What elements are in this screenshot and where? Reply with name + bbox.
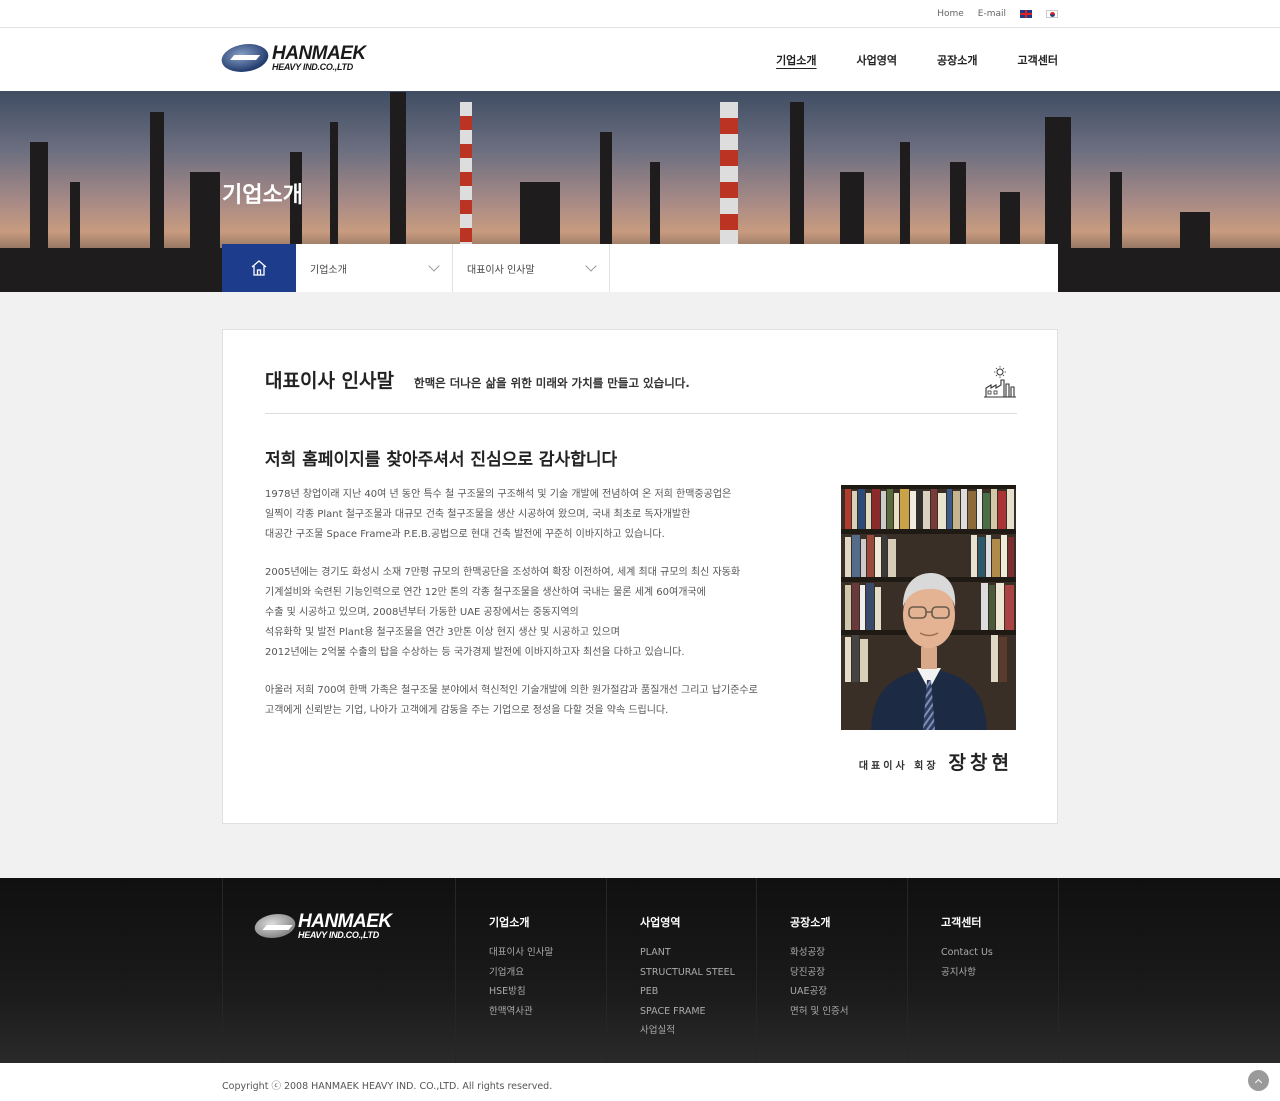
home-icon [251,260,267,276]
header: HANMAEK HEAVY IND.CO.,LTD 기업소개 사업영역 공장소개… [0,28,1280,91]
signature-name: 장창현 [948,752,1013,774]
ceo-photo [841,485,1016,730]
footer-link[interactable]: Contact Us [941,943,993,963]
chevron-down-icon [585,260,597,272]
logo-mark-icon [251,914,299,938]
hero-title: 기업소개 [222,183,303,208]
scroll-top-button[interactable] [1248,1070,1269,1091]
footer-link[interactable]: 공지사항 [941,963,993,983]
utility-bar: Home E-mail [0,0,1280,28]
footer-link[interactable]: STRUCTURAL STEEL [640,963,735,983]
email-link[interactable]: E-mail [978,9,1006,19]
footer-link[interactable]: 대표이사 인사말 [489,943,553,963]
footer-link[interactable]: 한맥역사관 [489,1002,553,1022]
logo[interactable]: HANMAEK HEAVY IND.CO.,LTD [218,43,366,72]
factory-icon [984,366,1016,398]
section-header: 대표이사 인사말 한맥은 더나은 삶을 위한 미래와 가치를 만들고 있습니다. [265,366,1017,414]
footer-link[interactable]: UAE공장 [790,982,848,1002]
text-line: 1978년 창업이래 지난 40여 년 동안 특수 철 구조물의 구조해석 및 … [265,489,732,500]
nav-company[interactable]: 기업소개 [776,52,816,68]
greeting-body: 1978년 창업이래 지난 40여 년 동안 특수 철 구조물의 구조해석 및 … [265,485,805,738]
footer-column-title: 공장소개 [790,916,831,929]
text-line: 고객에게 신뢰받는 기업, 나아가 고객에게 감동을 주는 기업으로 정성을 다… [265,704,669,716]
text-line: 기계설비와 숙련된 기능인력으로 연간 12만 톤의 각종 철구조물을 생산하여… [265,586,706,598]
footer-column-title: 고객센터 [941,916,982,929]
footer-link[interactable]: 기업개요 [489,963,553,983]
main-nav: 기업소개 사업영역 공장소개 고객센터 [776,28,1058,91]
footer-logo[interactable]: HANMAEK HEAVY IND.CO.,LTD [251,911,392,940]
footer-link[interactable]: 사업실적 [640,1021,735,1041]
signature: 대표이사 회장 장창현 [859,748,1013,775]
footer-logo-text-main: HANMAEK [298,911,392,932]
nav-support[interactable]: 고객센터 [1018,52,1058,68]
footer-column-company: 기업소개 대표이사 인사말 기업개요 HSE방침 한맥역사관 [489,914,553,1021]
text-line: 일찍이 각종 Plant 철구조물과 대규모 건축 철구조물을 생산 시공하여 … [265,509,691,521]
breadcrumb-dropdown-level1[interactable]: 기업소개 [296,244,453,292]
breadcrumb-level1-label: 기업소개 [310,264,347,276]
paragraph-1: 1978년 창업이래 지난 40여 년 동안 특수 철 구조물의 구조해석 및 … [265,485,805,546]
paragraph-2: 2005년에는 경기도 화성시 소재 7만평 규모의 한맥공단을 조성하여 확장… [265,563,805,664]
footer-logo-text-sub: HEAVY IND.CO.,LTD [298,930,379,940]
english-flag-icon[interactable] [1020,10,1032,18]
logo-mark-icon [218,44,272,72]
breadcrumb-dropdown-level2[interactable]: 대표이사 인사말 [453,244,610,292]
text-line: 수출 및 시공하고 있으며, 2008년부터 가동한 UAE 공장에서는 중동지… [265,607,579,619]
copyright-text: Copyright ⓒ 2008 HANMAEK HEAVY IND. CO.,… [222,1081,553,1092]
footer-column-support: 고객센터 Contact Us 공지사항 [941,914,993,982]
footer-column-title: 사업영역 [640,916,681,929]
text-line: 2005년에는 경기도 화성시 소재 7만평 규모의 한맥공단을 조성하여 확장… [265,566,741,578]
text-line: 2012년에는 2억불 수출의 탑을 수상하는 등 국가경제 발전에 이바지하고… [265,647,685,659]
paragraph-3: 아울러 저희 700여 한맥 가족은 철구조물 분야에서 혁신적인 기술개발에 … [265,681,805,721]
text-line: 아울러 저희 700여 한맥 가족은 철구조물 분야에서 혁신적인 기술개발에 … [265,684,758,696]
footer-link[interactable]: 면허 및 인증서 [790,1002,848,1022]
section-title: 대표이사 인사말 [265,370,394,392]
footer-column-business: 사업영역 PLANT STRUCTURAL STEEL PEB SPACE FR… [640,914,735,1041]
logo-text-main: HANMAEK [272,43,366,64]
text-line: 석유화학 및 발전 Plant용 철구조물을 연간 3만톤 이상 현지 생산 및… [265,627,620,639]
nav-business[interactable]: 사업영역 [857,52,897,68]
footer-column-title: 기업소개 [489,916,530,929]
arrow-up-icon [1254,1078,1263,1086]
signature-role: 대표이사 회장 [858,761,939,772]
footer-link[interactable]: PLANT [640,943,735,963]
footer: HANMAEK HEAVY IND.CO.,LTD 기업소개 대표이사 인사말 … [0,878,1280,1063]
section-subtitle: 한맥은 더나은 삶을 위한 미래와 가치를 만들고 있습니다. [413,376,690,390]
footer-link[interactable]: PEB [640,982,735,1002]
chevron-down-icon [428,260,440,272]
footer-link[interactable]: 당진공장 [790,963,848,983]
footer-link[interactable]: SPACE FRAME [640,1002,735,1022]
content-card: 대표이사 인사말 한맥은 더나은 삶을 위한 미래와 가치를 만들고 있습니다.… [222,329,1058,824]
home-link[interactable]: Home [937,9,964,19]
home-button[interactable] [222,244,296,292]
greeting-heading: 저희 홈페이지를 찾아주셔서 진심으로 감사합니다 [265,450,618,470]
korean-flag-icon[interactable] [1046,10,1058,18]
breadcrumb: 기업소개 대표이사 인사말 [222,244,1058,292]
footer-link[interactable]: HSE방침 [489,982,553,1002]
breadcrumb-level2-label: 대표이사 인사말 [467,264,535,276]
nav-factory[interactable]: 공장소개 [937,52,977,68]
text-line: 대공간 구조물 Space Frame과 P.E.B.공법으로 현대 건축 발전… [265,529,665,541]
footer-link[interactable]: 화성공장 [790,943,848,963]
logo-text-sub: HEAVY IND.CO.,LTD [272,62,353,72]
footer-column-factory: 공장소개 화성공장 당진공장 UAE공장 면허 및 인증서 [790,914,848,1021]
copyright-bar: Copyright ⓒ 2008 HANMAEK HEAVY IND. CO.,… [0,1063,1280,1101]
